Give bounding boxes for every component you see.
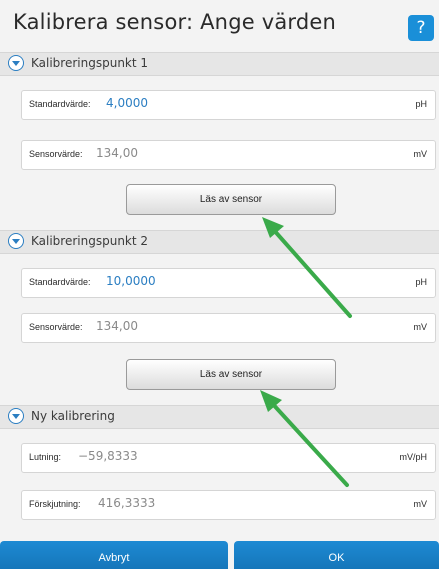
ok-button[interactable]: OK [234, 541, 439, 569]
field-unit: pH [415, 277, 427, 287]
read-sensor-button-2[interactable]: Läs av sensor [126, 359, 336, 390]
slope-field: Lutning: −59,8333 mV/pH [21, 443, 436, 473]
section-label: Ny kalibrering [31, 409, 115, 423]
field-label: Sensorvärde: [29, 149, 83, 159]
field-label: Sensorvärde: [29, 322, 83, 332]
cancel-button[interactable]: Avbryt [0, 541, 228, 569]
section-label: Kalibreringspunkt 2 [31, 234, 149, 248]
field-unit: mV [413, 322, 428, 332]
field-unit: pH [415, 99, 427, 109]
read-sensor-button-1[interactable]: Läs av sensor [126, 184, 336, 215]
calibration-dialog: Kalibrera sensor: Ange värden ? Kalibrer… [0, 0, 439, 569]
field-label: Standardvärde: [29, 99, 91, 109]
standard-value-field-2[interactable]: Standardvärde: 10,0000 pH [21, 268, 436, 298]
dialog-title: Kalibrera sensor: Ange värden [13, 10, 337, 34]
field-label: Förskjutning: [29, 499, 81, 509]
field-value: 416,3333 [98, 496, 156, 510]
standard-value-field-1[interactable]: Standardvärde: 4,0000 pH [21, 90, 436, 120]
section-header-calibration-point-1[interactable]: Kalibreringspunkt 1 [0, 52, 439, 76]
field-unit: mV [413, 499, 428, 509]
field-value: 4,0000 [106, 96, 148, 110]
section-label: Kalibreringspunkt 1 [31, 56, 149, 70]
sensor-value-field-1[interactable]: Sensorvärde: 134,00 mV [21, 140, 436, 170]
field-label: Lutning: [29, 452, 62, 462]
chevron-down-icon [8, 55, 24, 71]
field-value: 134,00 [96, 146, 138, 160]
help-button[interactable]: ? [408, 15, 434, 41]
field-value: 134,00 [96, 319, 138, 333]
chevron-down-icon [8, 408, 24, 424]
section-header-new-calibration[interactable]: Ny kalibrering [0, 405, 439, 429]
sensor-value-field-2[interactable]: Sensorvärde: 134,00 mV [21, 313, 436, 343]
field-unit: mV [413, 149, 428, 159]
title-bar: Kalibrera sensor: Ange värden ? [0, 0, 439, 52]
field-value: −59,8333 [78, 449, 138, 463]
section-header-calibration-point-2[interactable]: Kalibreringspunkt 2 [0, 230, 439, 254]
field-label: Standardvärde: [29, 277, 91, 287]
field-value: 10,0000 [106, 274, 156, 288]
chevron-down-icon [8, 233, 24, 249]
offset-field: Förskjutning: 416,3333 mV [21, 490, 436, 520]
field-unit: mV/pH [399, 452, 427, 462]
